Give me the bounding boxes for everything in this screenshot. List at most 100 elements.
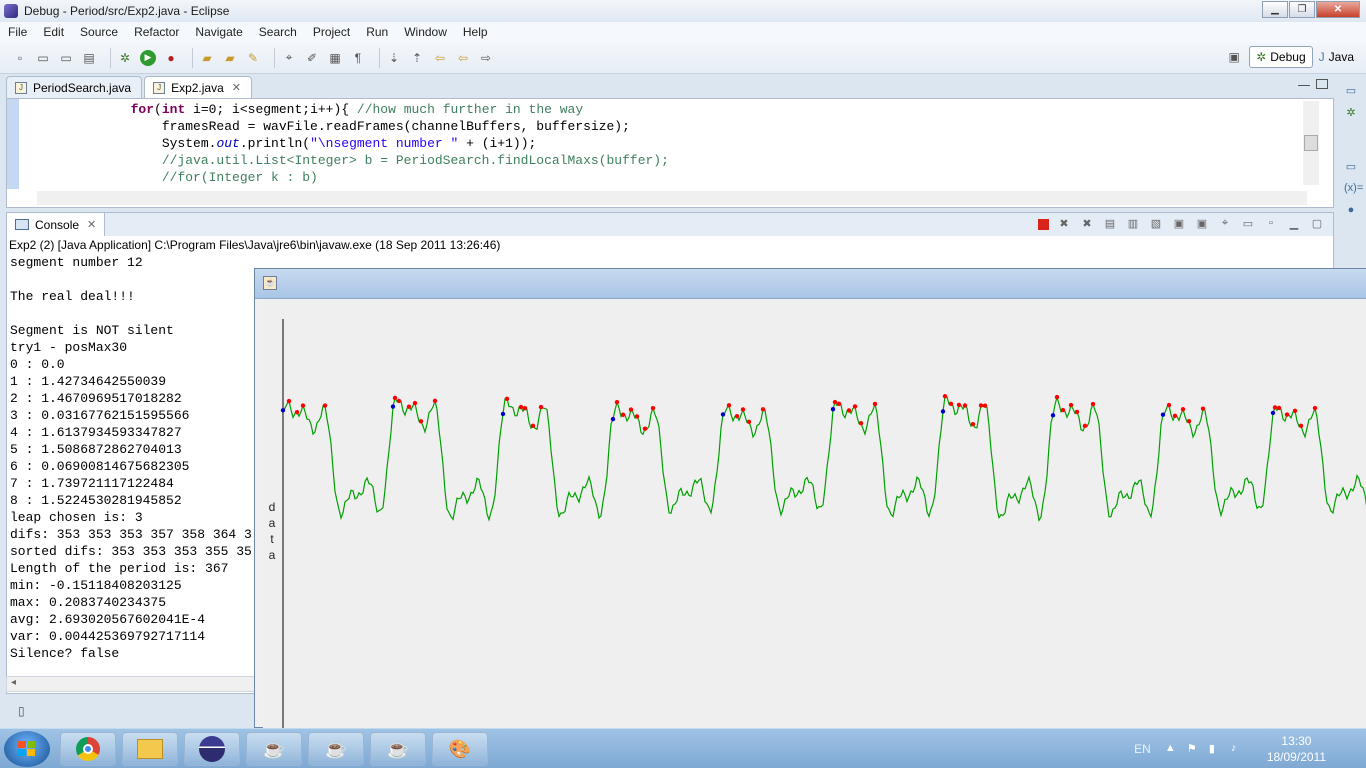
maximize-editor-button[interactable] <box>1316 79 1328 89</box>
debug-view-icon[interactable]: ✲ <box>1344 106 1358 120</box>
word-wrap-icon[interactable]: ▧ <box>1148 217 1164 231</box>
close-tab-icon[interactable]: ✕ <box>87 218 96 231</box>
language-indicator[interactable]: EN <box>1134 742 1151 756</box>
console-line: 4 : 1.6137934593347827 <box>10 425 182 440</box>
print-icon[interactable]: ▤ <box>81 50 97 66</box>
open-perspective-icon[interactable]: ▣ <box>1226 49 1242 65</box>
local-max-marker <box>746 419 752 425</box>
show-hidden-icons[interactable]: ▲ <box>1165 742 1179 756</box>
open-task-icon[interactable]: ✎ <box>245 50 261 66</box>
java-app-taskbar-button-2[interactable]: ☕ <box>308 732 364 766</box>
toolbar-separator <box>274 47 275 68</box>
local-max-marker <box>948 401 954 407</box>
menu-edit[interactable]: Edit <box>35 25 72 39</box>
java-app-taskbar-button-3[interactable]: ☕ <box>370 732 426 766</box>
clear-console-icon[interactable]: ▤ <box>1102 217 1118 231</box>
forward-icon[interactable]: ⇨ <box>478 50 494 66</box>
period-marker <box>1270 410 1276 416</box>
toggle-breadcrumb-icon[interactable]: ⌖ <box>281 50 297 66</box>
minimize-editor-button[interactable] <box>1298 85 1310 88</box>
run-icon[interactable]: ▶ <box>140 49 156 66</box>
next-annotation-icon[interactable]: ⇣ <box>386 50 402 66</box>
terminate-icon[interactable] <box>1038 218 1049 230</box>
editor-horizontal-scrollbar[interactable] <box>37 191 1307 205</box>
editor-scroll-thumb[interactable] <box>1304 135 1318 151</box>
paint-taskbar-button[interactable]: 🎨 <box>432 732 488 766</box>
local-max-marker <box>1272 405 1278 410</box>
eclipse-taskbar-button[interactable] <box>184 732 240 766</box>
debug-icon[interactable]: ✲ <box>117 50 133 66</box>
open-resource-icon[interactable]: ▰ <box>222 50 238 66</box>
display-console-icon[interactable]: ▭ <box>1240 217 1256 231</box>
plot-window-titlebar[interactable]: ☕ <box>255 269 1366 299</box>
menu-window[interactable]: Window <box>396 25 455 39</box>
chrome-taskbar-button[interactable] <box>60 732 116 766</box>
open-type-icon[interactable]: ▰ <box>199 50 215 66</box>
java-perspective-button[interactable]: J Java <box>1313 46 1360 68</box>
local-max-marker <box>412 400 418 406</box>
back-icon[interactable]: ⇦ <box>455 50 471 66</box>
menu-file[interactable]: File <box>0 25 35 39</box>
restore-icon[interactable]: ▭ <box>1344 84 1358 98</box>
tab-periodsearch[interactable]: J PeriodSearch.java <box>6 76 143 98</box>
java-file-icon: J <box>15 81 27 94</box>
menu-source[interactable]: Source <box>72 25 126 39</box>
editor-vertical-scrollbar[interactable] <box>1303 101 1319 185</box>
menu-help[interactable]: Help <box>455 25 496 39</box>
console-line: segment number 12 <box>10 255 143 270</box>
windows-logo-icon <box>18 741 35 756</box>
menu-refactor[interactable]: Refactor <box>126 25 187 39</box>
local-max-marker <box>1074 409 1080 415</box>
minimize-view-icon[interactable]: ▁ <box>1286 217 1302 231</box>
block-selection-icon[interactable]: ▦ <box>327 50 343 66</box>
maximize-view-icon[interactable]: ▢ <box>1309 217 1325 231</box>
debug-perspective-button[interactable]: ✲ Debug <box>1249 46 1313 68</box>
explorer-taskbar-button[interactable] <box>122 732 178 766</box>
mark-occurrences-icon[interactable]: ✐ <box>304 50 320 66</box>
previous-annotation-icon[interactable]: ⇡ <box>409 50 425 66</box>
fast-view-icon[interactable]: ▯ <box>18 704 25 718</box>
local-max-marker <box>322 403 328 408</box>
volume-icon[interactable]: ♪ <box>1231 742 1245 756</box>
show-whitespace-icon[interactable]: ¶ <box>350 50 366 66</box>
console-line: avg: 2.693020567602041E-4 <box>10 612 206 627</box>
java-perspective-label: Java <box>1328 50 1354 64</box>
show-console-stderr-icon[interactable]: ▣ <box>1194 217 1210 231</box>
remove-all-icon[interactable]: ✖ <box>1079 217 1095 231</box>
menu-project[interactable]: Project <box>305 25 358 39</box>
breakpoints-icon[interactable]: ● <box>1344 204 1358 218</box>
open-console-icon[interactable]: ▫ <box>1263 217 1279 231</box>
start-button[interactable] <box>4 731 50 767</box>
show-console-stdout-icon[interactable]: ▣ <box>1171 217 1187 231</box>
menu-run[interactable]: Run <box>358 25 396 39</box>
local-max-marker <box>1054 394 1060 400</box>
restore-icon[interactable]: ▭ <box>1344 160 1358 174</box>
code-content[interactable]: for(int i=0; i<segment;i++){ //how much … <box>37 101 669 186</box>
remove-launch-icon[interactable]: ✖ <box>1056 217 1072 231</box>
java-app-taskbar-button-1[interactable]: ☕ <box>246 732 302 766</box>
new-icon[interactable]: ▫ <box>12 50 28 66</box>
save-all-icon[interactable]: ▭ <box>58 50 74 66</box>
menu-navigate[interactable]: Navigate <box>187 25 250 39</box>
waveform-line <box>282 394 1366 522</box>
last-edit-location-icon[interactable]: ⇦ <box>432 50 448 66</box>
console-horizontal-scrollbar[interactable]: ◂ <box>6 676 266 692</box>
pin-console-icon[interactable]: ⌖ <box>1217 217 1233 231</box>
action-center-icon[interactable]: ⚑ <box>1187 742 1201 756</box>
variables-icon[interactable]: (x)= <box>1344 182 1363 196</box>
scroll-lock-icon[interactable]: ▥ <box>1125 217 1141 231</box>
network-icon[interactable]: ▮ <box>1209 742 1223 756</box>
external-tools-icon[interactable]: ● <box>163 50 179 66</box>
save-icon[interactable]: ▭ <box>35 50 51 66</box>
maximize-button[interactable]: ❐ <box>1289 1 1315 18</box>
minimize-button[interactable]: ▁ <box>1262 1 1288 18</box>
clock[interactable]: 13:30 18/09/2011 <box>1267 733 1326 765</box>
tab-console[interactable]: Console ✕ <box>7 212 106 237</box>
close-tab-icon[interactable]: ✕ <box>232 81 241 94</box>
period-marker <box>1160 412 1166 417</box>
main-toolbar: ▫ ▭ ▭ ▤ ✲ ▶ ● ▰ ▰ ✎ ⌖ ✐ ▦ ¶ ⇣ ⇡ ⇦ ⇦ ⇨ ▣ … <box>0 42 1366 74</box>
code-editor[interactable]: for(int i=0; i<segment;i++){ //how much … <box>6 98 1334 208</box>
menu-search[interactable]: Search <box>251 25 305 39</box>
close-button[interactable]: ✕ <box>1316 1 1360 18</box>
tab-exp2[interactable]: J Exp2.java ✕ <box>144 76 252 98</box>
